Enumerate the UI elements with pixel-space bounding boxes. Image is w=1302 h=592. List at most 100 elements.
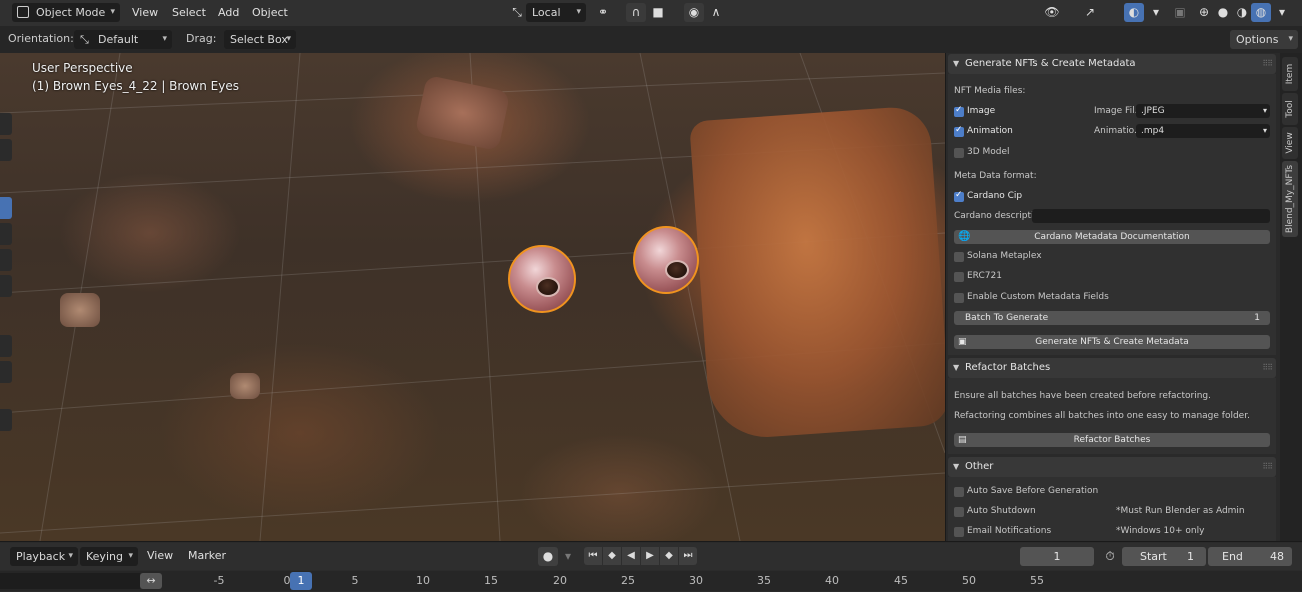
animation-file-type-dropdown[interactable]: .mp4 ▾: [1136, 124, 1270, 138]
chevron-down-icon: ▾: [128, 551, 133, 561]
solid-shading-icon[interactable]: ●: [1213, 3, 1233, 22]
chevron-down-icon[interactable]: ▾: [558, 547, 578, 566]
3d-model-label: 3D Model: [967, 147, 1010, 157]
animation-checkbox[interactable]: [954, 125, 964, 137]
move-tool-icon[interactable]: [0, 197, 12, 219]
email-notifications-checkbox[interactable]: [954, 527, 964, 537]
menu-view[interactable]: View: [130, 4, 160, 22]
options-dropdown[interactable]: Options ▾: [1230, 30, 1298, 49]
image-file-type-value: .JPEG: [1141, 106, 1165, 116]
timeline-marker-menu[interactable]: Marker: [186, 547, 228, 565]
prev-keyframe-icon[interactable]: ◆: [603, 547, 621, 565]
snap-icon[interactable]: ∩: [626, 3, 646, 22]
current-frame-field[interactable]: 1: [1020, 547, 1094, 566]
snap-target-icon[interactable]: ■: [648, 3, 668, 22]
jump-start-icon[interactable]: ⏮: [584, 547, 602, 565]
panel-header-refactor[interactable]: ▼ Refactor Batches ⠿⠿: [948, 358, 1276, 378]
panel-header-other[interactable]: ▼ Other ⠿⠿: [948, 457, 1276, 477]
tool-options-bar: Orientation: ⤡ Default ▾ Drag: Select Bo…: [0, 26, 1302, 54]
tab-blend-my-nfts[interactable]: Blend_My_NFTs: [1282, 161, 1298, 237]
drag-grip-icon[interactable]: ⠿⠿: [1262, 54, 1273, 74]
menu-add[interactable]: Add: [216, 4, 241, 22]
tab-item[interactable]: Item: [1282, 57, 1298, 91]
wireframe-shading-icon[interactable]: ⊕: [1194, 3, 1214, 22]
object-mode-icon: [17, 6, 29, 18]
play-reverse-icon[interactable]: ◀: [622, 547, 640, 565]
animation-file-type-value: .mp4: [1141, 126, 1165, 136]
image-label: Image: [967, 106, 996, 116]
custom-metadata-checkbox[interactable]: [954, 293, 964, 303]
drag-grip-icon[interactable]: ⠿⠿: [1262, 358, 1273, 378]
solana-metaplex-checkbox[interactable]: [954, 252, 964, 262]
rotate-tool-icon[interactable]: [0, 223, 12, 245]
annotate-tool-icon[interactable]: [0, 335, 12, 357]
eyeball-left[interactable]: [508, 245, 576, 313]
3d-model-checkbox[interactable]: [954, 148, 964, 158]
expanded-arrow-icon: ▼: [953, 462, 960, 471]
image-file-type-dropdown[interactable]: .JPEG ▾: [1136, 104, 1270, 118]
mode-dropdown[interactable]: Object Mode ▾: [12, 3, 120, 22]
material-shading-icon[interactable]: ◑: [1232, 3, 1252, 22]
frame-ruler[interactable]: ↔ -5 0 5 10 15 20 25 30 35 40 45 50 55 1: [0, 571, 1302, 591]
3d-viewport[interactable]: User Perspective (1) Brown Eyes_4_22 | B…: [0, 53, 945, 541]
play-icon[interactable]: ▶: [641, 547, 659, 565]
playhead[interactable]: 1: [290, 572, 312, 590]
drag-grip-icon[interactable]: ⠿⠿: [1262, 457, 1273, 477]
transform-orientation-dropdown[interactable]: Local ▾: [526, 3, 586, 22]
next-keyframe-icon[interactable]: ◆: [660, 547, 678, 565]
nft-media-label: NFT Media files:: [954, 86, 1026, 96]
end-frame-field[interactable]: End 48: [1208, 547, 1292, 566]
generate-nfts-button[interactable]: ▣ Generate NFTs & Create Metadata: [954, 335, 1270, 349]
batch-to-generate-field[interactable]: Batch To Generate 1: [954, 311, 1270, 325]
refactor-batches-button[interactable]: ▤ Refactor Batches: [954, 433, 1270, 447]
falloff-icon[interactable]: ∧: [706, 3, 726, 22]
overlays-icon[interactable]: ◐: [1124, 3, 1144, 22]
start-frame-field[interactable]: Start 1: [1122, 547, 1206, 566]
tweak-tool-icon[interactable]: [0, 113, 12, 135]
panel-header-generate[interactable]: ▼ Generate NFTs & Create Metadata ⠿⠿: [948, 54, 1276, 74]
menu-label: Playback: [16, 550, 66, 563]
erc721-checkbox[interactable]: [954, 272, 964, 282]
menu-object[interactable]: Object: [250, 4, 290, 22]
tab-view[interactable]: View: [1282, 127, 1298, 159]
pivot-point-icon[interactable]: ⚭: [593, 3, 613, 22]
record-icon[interactable]: ●: [538, 547, 558, 566]
auto-shutdown-checkbox[interactable]: [954, 507, 964, 517]
expanded-arrow-icon: ▼: [953, 59, 960, 68]
custom-metadata-label: Enable Custom Metadata Fields: [967, 292, 1109, 302]
tab-tool[interactable]: Tool: [1282, 93, 1298, 125]
active-object-label: (1) Brown Eyes_4_22 | Brown Eyes: [32, 79, 239, 93]
proportional-edit-icon[interactable]: ◉: [684, 3, 704, 22]
chevron-down-icon[interactable]: ▾: [1272, 3, 1292, 22]
drag-dropdown[interactable]: Select Box ▾: [224, 30, 296, 49]
batch-value: 1: [1254, 313, 1260, 323]
rendered-shading-icon[interactable]: ◍: [1251, 3, 1271, 22]
image-checkbox[interactable]: [954, 105, 964, 117]
keying-menu[interactable]: Keying ▾: [80, 547, 138, 566]
orientation-dropdown[interactable]: ⤡ Default ▾: [74, 30, 172, 49]
timeline-scrollbar[interactable]: [0, 573, 140, 589]
transform-tool-icon[interactable]: [0, 275, 12, 297]
chevron-down-icon[interactable]: ▾: [1146, 3, 1166, 22]
rock-large: [689, 105, 945, 441]
cardano-metadata-documentation-button[interactable]: 🌐 Cardano Metadata Documentation: [954, 230, 1270, 244]
cardano-cip-checkbox[interactable]: [954, 190, 964, 202]
measure-tool-icon[interactable]: [0, 361, 12, 383]
xray-icon[interactable]: ▣: [1170, 3, 1190, 22]
eyeball-right[interactable]: [633, 226, 699, 294]
scale-tool-icon[interactable]: [0, 249, 12, 271]
jump-end-icon[interactable]: ⏭: [679, 547, 697, 565]
transform-orientation-icon[interactable]: ⤡: [507, 3, 527, 22]
timeline-view-menu[interactable]: View: [145, 547, 175, 565]
playback-menu[interactable]: Playback ▾: [10, 547, 78, 566]
resize-arrows-icon[interactable]: ↔: [140, 573, 162, 589]
auto-save-checkbox[interactable]: [954, 487, 964, 497]
cardano-description-input[interactable]: [1032, 209, 1270, 223]
gizmo-icon[interactable]: ↗: [1080, 3, 1100, 22]
cursor-tool-icon[interactable]: [0, 139, 12, 161]
ruler-tick: 5: [351, 574, 359, 587]
stopwatch-icon[interactable]: ⏱: [1100, 547, 1120, 566]
visibility-eye-icon[interactable]: 👁: [1042, 3, 1062, 22]
menu-select[interactable]: Select: [170, 4, 208, 22]
add-cube-tool-icon[interactable]: [0, 409, 12, 431]
